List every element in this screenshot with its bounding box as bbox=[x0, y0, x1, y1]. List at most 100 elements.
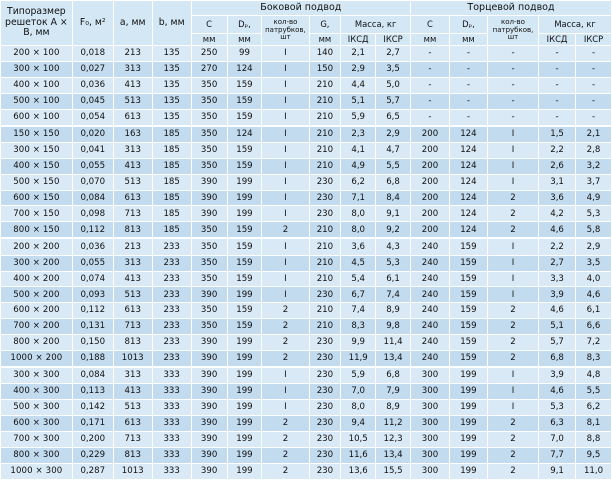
cell-side-ikcr: 3,5 bbox=[375, 60, 411, 78]
cell-b: 185 bbox=[151, 124, 192, 143]
cell-f0: 0,070 bbox=[71, 173, 114, 191]
cell-side-g: 210 bbox=[308, 302, 342, 320]
cell-end-ikcd: 2,6 bbox=[538, 157, 577, 175]
cell-end-c: - bbox=[410, 92, 450, 110]
table-row: 600 × 200 0,112 613 233 350 159 2 210 7,4 8,9 240 1… bbox=[0, 302, 612, 320]
cell-side-g: 230 bbox=[308, 334, 342, 351]
cell-side-ikcd: 7,4 bbox=[340, 302, 377, 320]
cell-end-ikcr: 8,8 bbox=[575, 430, 612, 448]
cell-end-d: 159 bbox=[448, 286, 488, 304]
cell-a: 613 bbox=[112, 415, 153, 432]
cell-side-c: 350 bbox=[190, 76, 228, 94]
cell-a: 313 bbox=[112, 366, 153, 385]
cell-side-d: 159 bbox=[226, 92, 263, 110]
cell-side-ikcd: 2,3 bbox=[340, 124, 377, 143]
cell-side-d: 199 bbox=[226, 349, 263, 368]
cell-side-g: 210 bbox=[308, 157, 342, 175]
cell-b: 233 bbox=[151, 349, 192, 368]
cell-end-count: 2 bbox=[486, 349, 540, 368]
cell-end-ikcd: 3,3 bbox=[538, 270, 577, 288]
cell-b: 185 bbox=[151, 189, 192, 207]
header-size: Типоразмер решеток А × В, мм bbox=[0, 0, 73, 46]
cell-size: 400 × 300 bbox=[0, 383, 73, 401]
table-body: 200 × 100 0,018 213 135 250 99 I 140 2,1 2,7- - - - -… bbox=[0, 45, 612, 480]
cell-end-ikcr: - bbox=[575, 92, 612, 110]
cell-side-d: 199 bbox=[226, 399, 263, 417]
cell-end-c: 200 bbox=[410, 124, 450, 143]
cell-f0: 0,018 bbox=[71, 45, 114, 62]
cell-end-ikcd: 7,0 bbox=[538, 430, 577, 448]
cell-end-count: I bbox=[486, 237, 540, 256]
cell-size: 800 × 300 bbox=[0, 446, 73, 464]
cell-side-g: 210 bbox=[308, 270, 342, 288]
cell-side-c: 350 bbox=[190, 108, 228, 127]
cell-end-count: 2 bbox=[486, 430, 540, 448]
cell-side-count: I bbox=[261, 108, 310, 127]
header-side-g: G, bbox=[308, 15, 342, 34]
cell-side-ikcd: 6,2 bbox=[340, 173, 377, 191]
cell-b: 233 bbox=[151, 302, 192, 320]
cell-side-g: 230 bbox=[308, 430, 342, 448]
cell-end-ikcr: 5,5 bbox=[575, 383, 612, 401]
cell-side-d: 199 bbox=[226, 205, 263, 223]
cell-side-ikcr: 12,3 bbox=[375, 430, 411, 448]
cell-end-ikcd: 6,8 bbox=[538, 349, 577, 368]
cell-side-ikcd: 8,0 bbox=[340, 221, 377, 239]
cell-side-ikcr: 4,7 bbox=[375, 141, 411, 159]
cell-side-ikcr: 13,4 bbox=[375, 446, 411, 464]
cell-side-d: 159 bbox=[226, 221, 263, 239]
cell-b: 333 bbox=[151, 446, 192, 464]
cell-end-ikcd: - bbox=[538, 76, 577, 94]
cell-side-ikcd: 4,4 bbox=[340, 76, 377, 94]
cell-end-d: - bbox=[448, 76, 488, 94]
cell-end-count: - bbox=[486, 76, 540, 94]
cell-a: 413 bbox=[112, 157, 153, 175]
cell-side-ikcr: 5,0 bbox=[375, 76, 411, 94]
cell-side-c: 390 bbox=[190, 415, 228, 432]
header-end-c: С bbox=[410, 15, 450, 34]
cell-side-g: 230 bbox=[308, 462, 342, 480]
cell-end-c: 240 bbox=[410, 286, 450, 304]
cell-end-ikcr: 3,7 bbox=[575, 173, 612, 191]
cell-b: 233 bbox=[151, 286, 192, 304]
cell-side-ikcr: 8,9 bbox=[375, 399, 411, 417]
cell-side-ikcd: 11,9 bbox=[340, 349, 377, 368]
cell-side-ikcd: 10,5 bbox=[340, 430, 377, 448]
cell-a: 1013 bbox=[112, 349, 153, 368]
cell-b: 233 bbox=[151, 318, 192, 336]
cell-size: 800 × 150 bbox=[0, 221, 73, 239]
cell-side-c: 390 bbox=[190, 173, 228, 191]
cell-side-d: 159 bbox=[226, 237, 263, 256]
cell-end-c: 300 bbox=[410, 383, 450, 401]
cell-side-count: I bbox=[261, 141, 310, 159]
table-row: 500 × 300 0,142 513 333 390 199 I 230 8,0 8,9 300 1… bbox=[0, 399, 612, 417]
cell-side-g: 150 bbox=[308, 60, 342, 78]
cell-side-c: 350 bbox=[190, 157, 228, 175]
cell-side-ikcd: 7,0 bbox=[340, 383, 377, 401]
cell-a: 413 bbox=[112, 383, 153, 401]
cell-end-ikcr: - bbox=[575, 60, 612, 78]
cell-b: 135 bbox=[151, 76, 192, 94]
cell-end-c: 200 bbox=[410, 157, 450, 175]
cell-side-count: I bbox=[261, 383, 310, 401]
cell-end-count: 2 bbox=[486, 334, 540, 351]
header-end-ikcd: IКСД bbox=[538, 33, 577, 46]
cell-side-d: 199 bbox=[226, 430, 263, 448]
cell-end-d: - bbox=[448, 60, 488, 78]
cell-end-count: 2 bbox=[486, 302, 540, 320]
cell-b: 333 bbox=[151, 366, 192, 385]
cell-size: 300 × 150 bbox=[0, 141, 73, 159]
cell-side-ikcd: 2,9 bbox=[340, 60, 377, 78]
cell-end-count: I bbox=[486, 141, 540, 159]
cell-end-c: 240 bbox=[410, 270, 450, 288]
table-row: 200 × 100 0,018 213 135 250 99 I 140 2,1 2,7- - - - - bbox=[0, 45, 612, 62]
cell-side-c: 390 bbox=[190, 383, 228, 401]
cell-side-ikcd: 13,6 bbox=[340, 462, 377, 480]
cell-side-c: 350 bbox=[190, 92, 228, 110]
table-row: 500 × 200 0,093 513 233 390 199 I 230 6,7 7,4 240 1… bbox=[0, 286, 612, 304]
cell-end-count: 2 bbox=[486, 415, 540, 432]
cell-end-ikcr: 6,2 bbox=[575, 399, 612, 417]
cell-side-g: 210 bbox=[308, 318, 342, 336]
cell-end-count: 2 bbox=[486, 446, 540, 464]
cell-end-ikcr: 7,2 bbox=[575, 334, 612, 351]
